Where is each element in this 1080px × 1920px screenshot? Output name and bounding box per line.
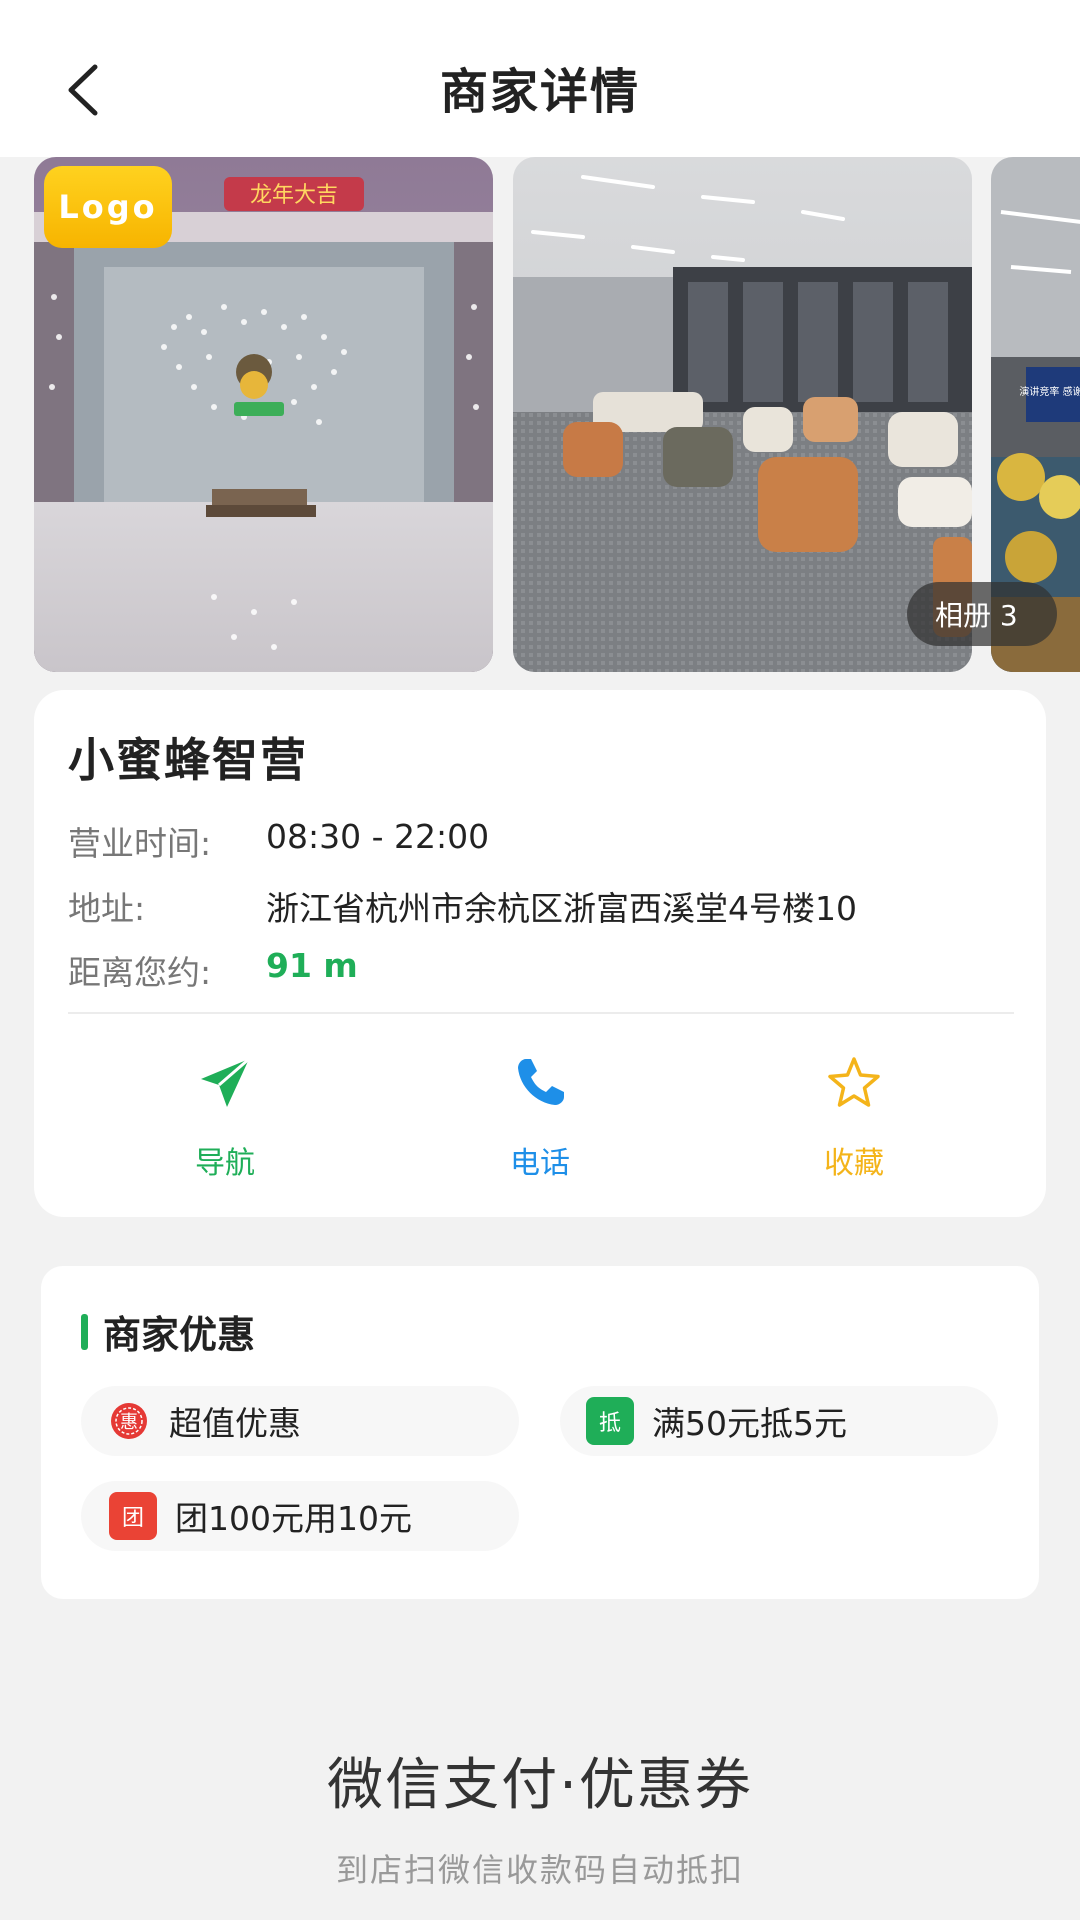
distance-value: 91 m (266, 946, 358, 985)
wechat-pay-coupon-title: 微信支付·优惠券 (327, 1753, 753, 1818)
promotions-card: 商家优惠 惠 超值优惠 抵 满50元抵5元 团 团100元用10元 (41, 1266, 1039, 1599)
page-title: 商家详情 (439, 64, 640, 120)
promo-label: 团100元用10元 (175, 1499, 412, 1538)
gallery-photo-lounge[interactable] (513, 157, 972, 672)
store-info-card: 小蜜蜂智营 营业时间: 08:30 - 22:00 地址: 浙江省杭州市余杭区浙… (34, 690, 1046, 1217)
promo-label: 满50元抵5元 (652, 1404, 847, 1443)
navigate-label: 导航 (195, 1146, 255, 1181)
address-value: 浙江省杭州市余杭区浙富西溪堂4号楼10 (266, 889, 857, 928)
promo-chip-value-deal[interactable]: 惠 超值优惠 (81, 1386, 519, 1456)
info-divider (68, 1012, 1014, 1014)
star-icon (828, 1057, 880, 1107)
address-label: 地址: (68, 889, 146, 928)
promotions-title: 商家优惠 (103, 1313, 256, 1357)
promo-chip-group-buy[interactable]: 团 团100元用10元 (81, 1481, 519, 1551)
offset-coupon-icon: 抵 (586, 1397, 634, 1445)
navigate-button[interactable]: 导航 (145, 1050, 305, 1182)
banner-sign-text: 龙年大吉 (250, 183, 338, 208)
promo-label: 超值优惠 (169, 1404, 301, 1443)
favorite-label: 收藏 (824, 1146, 884, 1181)
wechat-pay-coupon-subtitle: 到店扫微信收款码自动抵扣 (335, 1851, 744, 1889)
tv-screen-text: 演讲竞率 感谢收看 (1019, 385, 1080, 398)
store-logo-badge: Logo (44, 166, 172, 248)
promo-chip-spend-off[interactable]: 抵 满50元抵5元 (560, 1386, 998, 1456)
discount-badge-icon: 惠 (109, 1401, 149, 1441)
distance-row: 距离您约: 91 m (68, 946, 358, 994)
call-label: 电话 (510, 1146, 570, 1181)
call-button[interactable]: 电话 (460, 1050, 620, 1182)
business-hours-row: 营业时间: 08:30 - 22:00 (68, 817, 489, 865)
phone-icon (518, 1059, 564, 1105)
navigation-icon (201, 1057, 250, 1107)
header-bar: 商家详情 (0, 0, 1080, 157)
discount-badge-text: 惠 (120, 1412, 138, 1433)
group-buy-icon: 团 (109, 1492, 157, 1540)
album-count-badge[interactable]: 相册 3 (907, 582, 1057, 646)
distance-label: 距离您约: (68, 953, 212, 992)
store-name: 小蜜蜂智营 (68, 733, 308, 787)
favorite-button[interactable]: 收藏 (774, 1050, 934, 1182)
section-accent-bar (81, 1314, 88, 1350)
hours-value: 08:30 - 22:00 (266, 817, 490, 856)
hours-label: 营业时间: (68, 824, 212, 863)
address-row: 地址: 浙江省杭州市余杭区浙富西溪堂4号楼10 (68, 882, 857, 930)
